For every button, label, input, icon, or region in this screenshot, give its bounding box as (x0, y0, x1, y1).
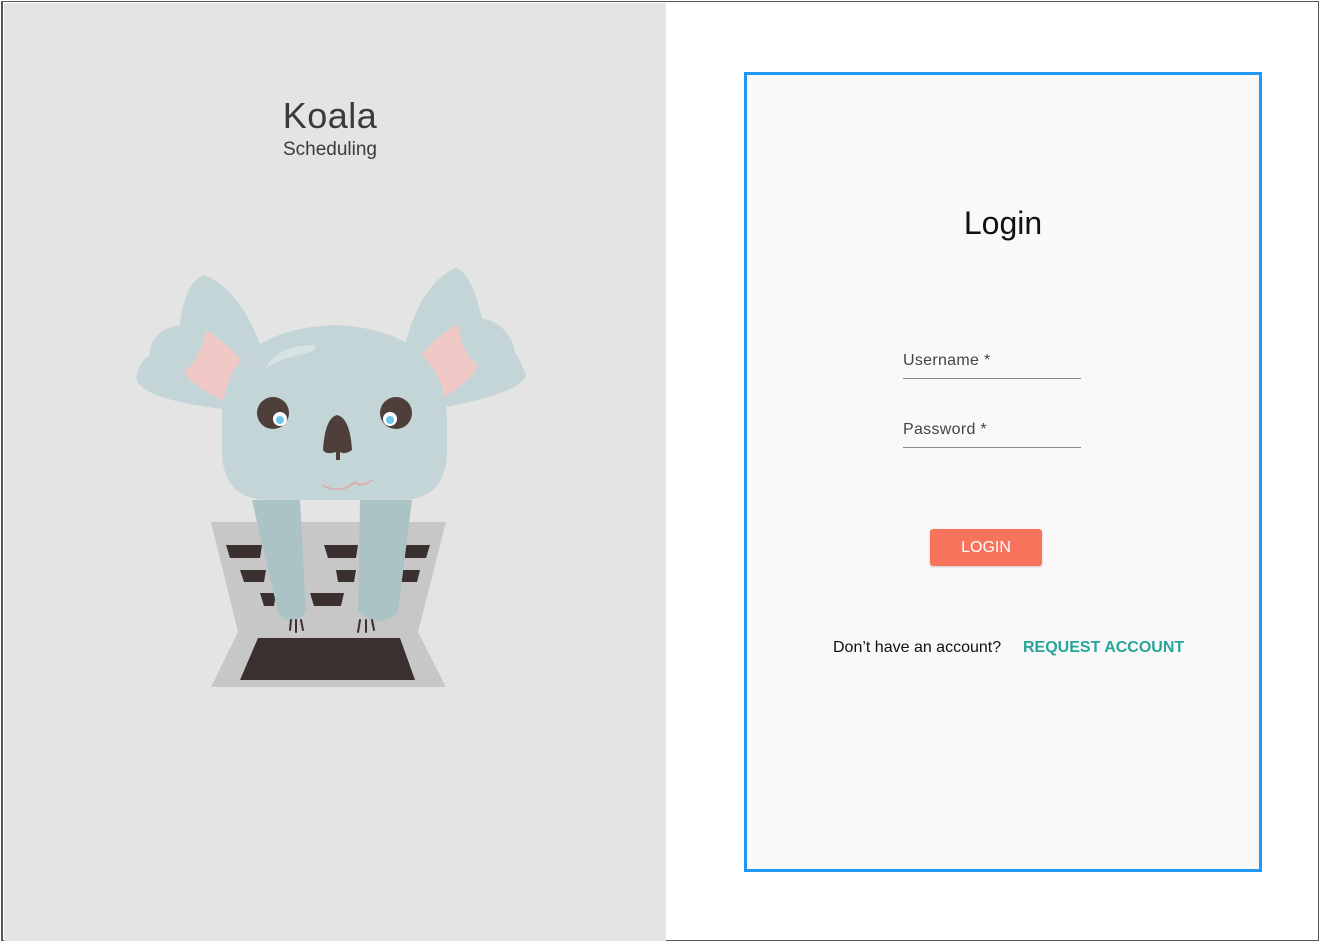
password-input[interactable] (903, 417, 1085, 449)
app-subtitle: Scheduling (282, 139, 378, 160)
branding-panel: Koala Scheduling (4, 3, 666, 941)
koala-laptop-illustration (136, 268, 526, 687)
login-title: Login (963, 205, 1043, 241)
password-field[interactable]: Password * (903, 417, 1085, 449)
app-title: Koala (282, 95, 378, 136)
no-account-text: Don’t have an account? (833, 639, 1002, 656)
login-button[interactable]: LOGIN (930, 529, 1042, 566)
login-card: Login Username * Password * LOGIN Don’t … (744, 72, 1262, 872)
username-field[interactable]: Username * (903, 348, 1085, 380)
request-account-link[interactable]: REQUEST ACCOUNT (1023, 639, 1184, 657)
username-input[interactable] (903, 348, 1085, 380)
